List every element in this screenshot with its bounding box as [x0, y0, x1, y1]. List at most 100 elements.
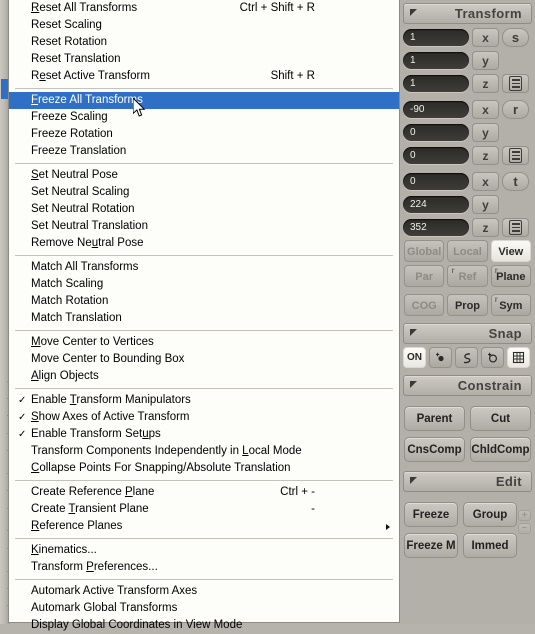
rotation-z-axis-button[interactable]: z: [472, 146, 499, 165]
menu-item[interactable]: Reference Planes: [9, 518, 399, 535]
mode-sym-button[interactable]: r Sym: [490, 294, 531, 316]
rotation-y-axis-button[interactable]: y: [472, 123, 499, 142]
menu-item[interactable]: Automark Global Transforms: [9, 600, 399, 617]
menu-item[interactable]: Create Transient Plane -: [9, 501, 399, 518]
scale-x-axis-button[interactable]: x: [472, 28, 499, 47]
immed-button[interactable]: Immed: [463, 533, 517, 558]
cut-button[interactable]: Cut: [470, 406, 531, 431]
minus-button[interactable]: −: [518, 523, 531, 534]
mode-ref-label: Ref: [458, 271, 477, 283]
menu-item[interactable]: Move Center to Bounding Box: [9, 351, 399, 368]
menu-item[interactable]: Match All Transforms: [9, 259, 399, 276]
menu-item[interactable]: Match Scaling: [9, 276, 399, 293]
rotation-x-axis-button[interactable]: x: [472, 100, 499, 119]
rotation-y-input[interactable]: 0: [403, 124, 469, 141]
cnscomp-button[interactable]: CnsComp: [404, 437, 465, 462]
snap-circle-button[interactable]: [481, 347, 504, 368]
translation-y-axis-button[interactable]: y: [472, 195, 499, 214]
menu-item[interactable]: Freeze All Transforms: [9, 92, 399, 109]
menu-item[interactable]: Display Global Coordinates in View Mode: [9, 617, 399, 634]
mode-prop-button[interactable]: Prop: [447, 294, 488, 316]
menu-item[interactable]: Set Neutral Rotation: [9, 201, 399, 218]
mode-par-button[interactable]: Par: [404, 265, 445, 287]
transform-tool-panel[interactable]: Transform 1 x s 1 y 1 z -90 x r 0 y 0 z …: [400, 0, 535, 624]
scale-z-input[interactable]: 1: [403, 75, 469, 92]
rotation-mode-button[interactable]: r: [502, 100, 529, 119]
menu-item[interactable]: Set Neutral Scaling: [9, 184, 399, 201]
menu-item[interactable]: Set Neutral Translation: [9, 218, 399, 235]
snap-on-button[interactable]: ON: [403, 347, 426, 368]
parent-button[interactable]: Parent: [404, 406, 465, 431]
mode-global-button[interactable]: Global: [404, 240, 445, 262]
group-button[interactable]: Group: [463, 502, 517, 527]
translation-y-input[interactable]: 224: [403, 196, 469, 213]
menu-item[interactable]: Freeze Rotation: [9, 126, 399, 143]
menu-item-label: Reference Planes: [31, 520, 123, 532]
scale-x-input[interactable]: 1: [403, 29, 469, 46]
menu-item[interactable]: Reset Rotation: [9, 34, 399, 51]
chldcomp-button[interactable]: ChldComp: [470, 437, 531, 462]
collapse-triangle-icon[interactable]: [410, 477, 417, 484]
rotation-list-button[interactable]: [502, 146, 529, 165]
menu-item[interactable]: Reset Scaling: [9, 17, 399, 34]
menu-item[interactable]: Reset Active Transform Shift + R: [9, 68, 399, 85]
transform-dropdown-menu[interactable]: Reset All Transforms Ctrl + Shift + R Rese…: [8, 0, 400, 631]
menu-item[interactable]: Align Objects: [9, 368, 399, 385]
panel-header-snap[interactable]: Snap: [403, 323, 532, 344]
menu-item[interactable]: ✓ Enable Transform Setups: [9, 426, 399, 443]
panel-header-transform[interactable]: Transform: [403, 3, 532, 24]
collapse-triangle-icon[interactable]: [410, 9, 417, 16]
snap-point-button[interactable]: [429, 347, 452, 368]
freeze-m-button[interactable]: Freeze M: [404, 533, 458, 558]
menu-item[interactable]: Automark Active Transform Axes: [9, 583, 399, 600]
scale-list-button[interactable]: [502, 74, 529, 93]
menu-item[interactable]: Reset All Transforms Ctrl + Shift + R: [9, 0, 399, 17]
menu-item[interactable]: ✓ Enable Transform Manipulators: [9, 392, 399, 409]
menu-item-label: Enable Transform Manipulators: [31, 394, 191, 406]
mode-view-button[interactable]: View: [490, 240, 531, 262]
snap-curve-button[interactable]: [455, 347, 478, 368]
mode-ref-button[interactable]: r Ref: [447, 265, 488, 287]
collapse-triangle-icon[interactable]: [410, 381, 417, 388]
mode-local-button[interactable]: Local: [447, 240, 488, 262]
menu-item[interactable]: Create Reference Plane Ctrl + -: [9, 484, 399, 501]
translation-x-axis-button[interactable]: x: [472, 172, 499, 191]
menu-item[interactable]: Set Neutral Pose: [9, 167, 399, 184]
menu-item[interactable]: Transform Components Independently in Lo…: [9, 443, 399, 460]
translation-x-input[interactable]: 0: [403, 173, 469, 190]
panel-header-edit[interactable]: Edit: [403, 471, 532, 492]
scale-y-axis-button[interactable]: y: [472, 51, 499, 70]
plus-button[interactable]: +: [518, 510, 531, 521]
mode-plane-button[interactable]: r Plane: [490, 265, 531, 287]
menu-item[interactable]: Freeze Translation: [9, 143, 399, 160]
scale-z-axis-button[interactable]: z: [472, 74, 499, 93]
curve-icon: [463, 352, 470, 363]
snap-on-label: ON: [407, 352, 422, 363]
menu-item[interactable]: ✓ Show Axes of Active Transform: [9, 409, 399, 426]
snap-grid-button[interactable]: [507, 347, 530, 368]
menu-item[interactable]: Match Translation: [9, 310, 399, 327]
rotation-x-input[interactable]: -90: [403, 101, 469, 118]
edit-button-area: Freeze Group Freeze M Immed + −: [400, 502, 535, 558]
menu-item[interactable]: Collapse Points For Snapping/Absolute Tr…: [9, 460, 399, 477]
menu-item[interactable]: Kinematics...: [9, 542, 399, 559]
freeze-button[interactable]: Freeze: [404, 502, 458, 527]
menu-item[interactable]: Transform Preferences...: [9, 559, 399, 576]
panel-header-constrain[interactable]: Constrain: [403, 375, 532, 396]
menu-item[interactable]: Freeze Scaling: [9, 109, 399, 126]
menu-item[interactable]: Move Center to Vertices: [9, 334, 399, 351]
menu-item[interactable]: Reset Translation: [9, 51, 399, 68]
scale-mode-button[interactable]: s: [502, 28, 529, 47]
translation-z-input[interactable]: 352: [403, 219, 469, 236]
translation-list-button[interactable]: [502, 218, 529, 237]
translation-mode-button[interactable]: t: [502, 172, 529, 191]
scale-y-input[interactable]: 1: [403, 52, 469, 69]
menu-item[interactable]: Match Rotation: [9, 293, 399, 310]
collapse-triangle-icon[interactable]: [410, 329, 417, 336]
translation-z-axis-button[interactable]: z: [472, 218, 499, 237]
menu-item[interactable]: Remove Neutral Pose: [9, 235, 399, 252]
mode-cog-button[interactable]: COG: [404, 294, 445, 316]
rotation-x-row: -90 x r: [403, 99, 532, 120]
check-icon: ✓: [18, 429, 27, 440]
rotation-z-input[interactable]: 0: [403, 147, 469, 164]
